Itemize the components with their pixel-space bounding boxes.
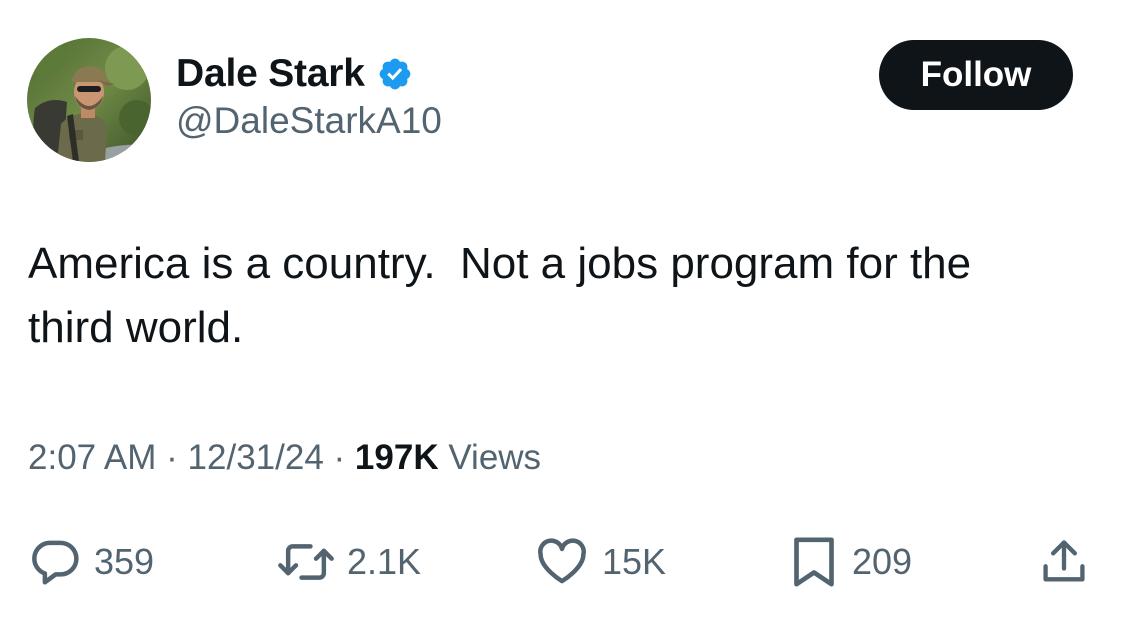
like-button[interactable]: 15K xyxy=(534,530,666,594)
bookmark-icon xyxy=(794,537,834,587)
reply-count: 359 xyxy=(94,541,155,582)
repost-icon xyxy=(278,544,334,580)
tweet-card: Dale Stark @DaleStarkA10 Follow America … xyxy=(0,0,1125,641)
tweet-time[interactable]: 2:07 AM xyxy=(28,438,156,477)
views-count: 197K xyxy=(354,438,439,477)
meta-separator: · xyxy=(333,438,346,477)
views-label: Views xyxy=(448,438,542,477)
bookmark-button[interactable]: 209 xyxy=(788,530,912,594)
share-button[interactable] xyxy=(1038,530,1090,594)
tweet-meta: 2:07 AM · 12/31/24 · 197K Views xyxy=(28,438,541,478)
meta-separator: · xyxy=(166,438,178,477)
repost-button[interactable]: 2.1K xyxy=(277,530,421,594)
tweet-date[interactable]: 12/31/24 xyxy=(188,438,324,477)
bookmark-count: 209 xyxy=(852,541,913,582)
heart-icon xyxy=(538,538,586,584)
author-name-row: Dale Stark xyxy=(176,50,413,98)
like-count: 15K xyxy=(602,541,667,582)
author-handle[interactable]: @DaleStarkA10 xyxy=(176,100,442,142)
tweet-text: America is a country. Not a jobs program… xyxy=(28,239,972,352)
verified-badge-icon[interactable] xyxy=(377,56,413,92)
repost-count: 2.1K xyxy=(347,541,422,582)
author-display-name[interactable]: Dale Stark xyxy=(176,52,365,96)
action-bar: 359 2.1K 15K 209 xyxy=(0,530,1125,594)
reply-button[interactable]: 359 xyxy=(28,530,154,594)
follow-button[interactable]: Follow xyxy=(879,40,1073,110)
reply-icon xyxy=(32,540,79,585)
avatar[interactable] xyxy=(27,38,151,162)
avatar-photo xyxy=(27,38,151,162)
share-icon xyxy=(1043,540,1085,582)
